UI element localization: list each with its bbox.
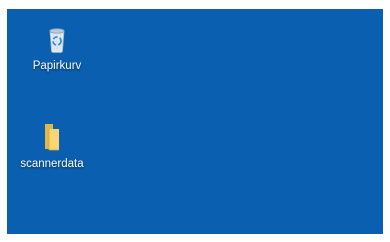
desktop-icon-scannerdata-folder[interactable]: scannerdata (14, 121, 90, 171)
recycle-bin-label: Papirkurv (32, 60, 82, 72)
desktop[interactable]: Papirkurv scannerdata (7, 9, 383, 234)
recycle-bin-icon (49, 28, 65, 53)
desktop-icon-recycle-bin[interactable]: Papirkurv (19, 23, 95, 73)
folder-icon (45, 124, 59, 151)
folder-label: scannerdata (20, 158, 84, 170)
